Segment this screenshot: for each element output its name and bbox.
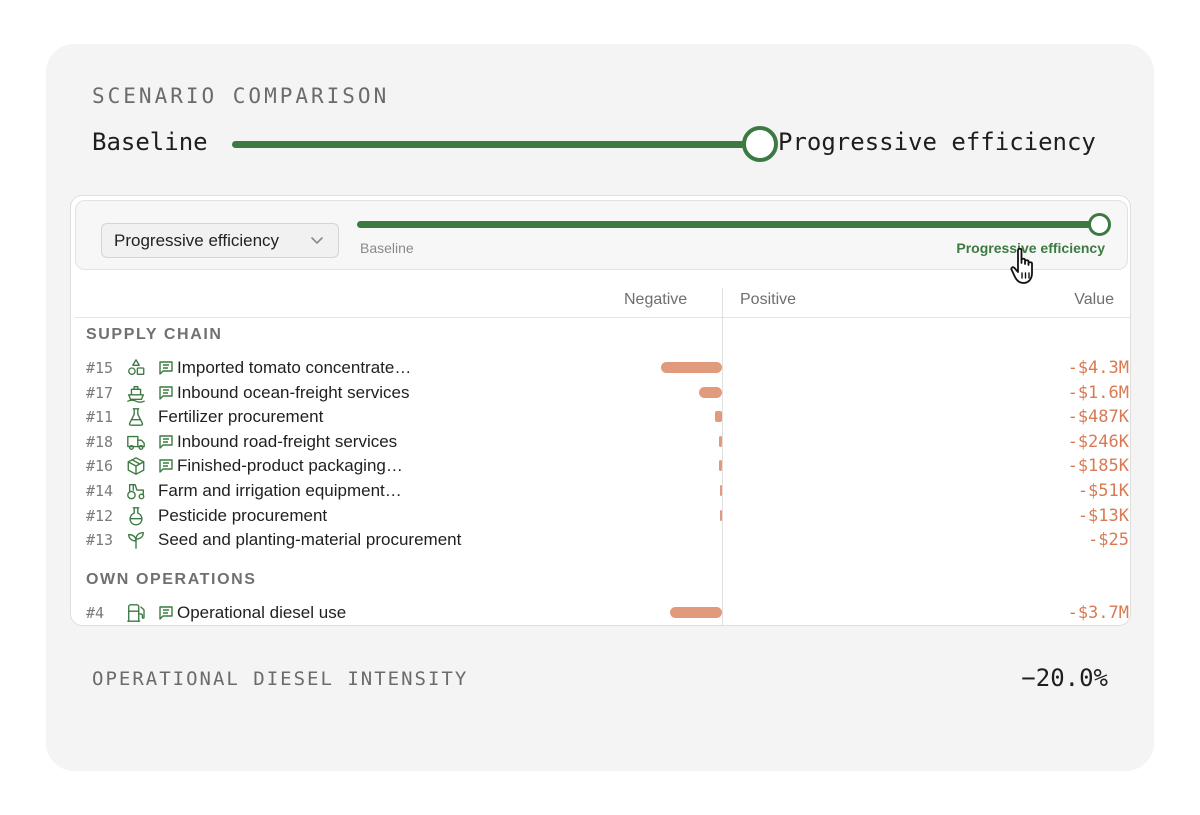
header-divider: [75, 317, 1130, 318]
scenario-slider-thumb[interactable]: [742, 126, 778, 162]
comment-icon[interactable]: [158, 385, 174, 401]
scenario-toolbar: Progressive efficiency Baseline Progress…: [75, 200, 1128, 270]
impact-panel: Progressive efficiency Baseline Progress…: [70, 195, 1131, 626]
negative-column-header: Negative: [624, 291, 688, 308]
row-value: -$13K: [1077, 505, 1129, 526]
comment-icon[interactable]: [158, 458, 174, 474]
mini-slider-track[interactable]: [357, 221, 1093, 228]
row-rank: #18: [86, 432, 114, 451]
negative-bar: [715, 411, 722, 423]
truck-icon: [127, 435, 145, 450]
negative-bar: [720, 485, 722, 496]
flask-icon: [128, 408, 144, 427]
sprout-icon: [128, 532, 144, 550]
negative-bar: [669, 606, 722, 618]
row-value: -$185K: [1067, 456, 1129, 477]
impact-row[interactable]: #17 Inbound ocean-freight services -$1.6M: [71, 381, 1130, 405]
impact-row[interactable]: #4 Operational diesel use -$3.7M: [71, 601, 1130, 625]
row-rank: #13: [86, 531, 114, 550]
scenario-baseline-label: Baseline: [92, 128, 208, 156]
row-value: -$246K: [1067, 431, 1129, 452]
flask-round-icon: [129, 506, 143, 525]
row-rank: #14: [86, 482, 114, 500]
row-value: -$25: [1088, 530, 1129, 551]
row-value: -$51K: [1077, 481, 1129, 501]
row-label: Imported tomato concentrate…: [177, 358, 412, 377]
scenario-select-value: Progressive efficiency: [114, 231, 280, 250]
comment-icon[interactable]: [158, 605, 174, 621]
row-label: Operational diesel use: [177, 602, 347, 622]
impact-row[interactable]: #13 Seed and planting-material procuremen…: [71, 528, 1130, 552]
negative-bar: [718, 435, 722, 447]
negative-bar: [719, 460, 722, 472]
impact-row[interactable]: #18 Inbound road-freight services -$246K: [71, 430, 1130, 454]
impact-row[interactable]: #15 Imported tomato concentrate… -$4.3M: [71, 356, 1130, 380]
impact-row[interactable]: #16 Finished-product packaging… -$185K: [71, 454, 1130, 478]
row-rank: #4: [86, 603, 105, 622]
negative-bar: [699, 386, 722, 398]
row-rank: #16: [86, 457, 114, 476]
chevron-down-icon: [311, 237, 323, 245]
scenario-progressive-label: Progressive efficiency: [778, 128, 1096, 156]
row-rank: #12: [86, 506, 114, 525]
row-rank: #11: [86, 408, 114, 427]
value-column-header: Value: [1074, 291, 1114, 308]
section-title: SUPPLY CHAIN: [86, 326, 223, 343]
comment-icon[interactable]: [158, 434, 174, 450]
positive-column-header: Positive: [740, 291, 797, 308]
row-value: -$487K: [1067, 407, 1129, 428]
package-icon: [127, 457, 145, 476]
row-label: Pesticide procurement: [158, 505, 328, 525]
hand-pointer-icon: [1010, 247, 1033, 284]
mini-slider-baseline-label: Baseline: [360, 240, 414, 256]
scenario-title: SCENARIO COMPARISON: [92, 84, 390, 108]
impact-row[interactable]: #14 Farm and irrigation equipment… -$51K: [71, 479, 1130, 503]
scenario-slider-track[interactable]: [232, 141, 762, 148]
scenario-select[interactable]: Progressive efficiency: [101, 223, 339, 258]
ship-icon: [127, 385, 145, 403]
row-label: Fertilizer procurement: [158, 407, 324, 427]
row-value: -$3.7M: [1067, 602, 1129, 623]
tractor-icon: [127, 483, 145, 500]
shapes-icon: [128, 359, 145, 376]
row-rank: #17: [86, 383, 114, 402]
row-label: Finished-product packaging…: [177, 456, 403, 476]
section-title: OWN OPERATIONS: [86, 570, 257, 588]
row-value: -$1.6M: [1067, 382, 1129, 403]
negative-bar: [661, 362, 722, 373]
row-label: Inbound ocean-freight services: [177, 382, 410, 402]
row-label: Seed and planting-material procurement: [158, 530, 462, 550]
row-value: -$4.3M: [1067, 358, 1129, 378]
mini-slider-thumb[interactable]: [1088, 213, 1111, 236]
negative-bar: [720, 509, 722, 521]
intensity-value: −20.0%: [1021, 664, 1108, 692]
row-rank: #15: [86, 359, 114, 377]
row-label: Inbound road-freight services: [177, 431, 398, 451]
intensity-label: OPERATIONAL DIESEL INTENSITY: [92, 668, 469, 690]
comment-icon[interactable]: [158, 360, 174, 376]
fuel-icon: [127, 603, 145, 622]
impact-row[interactable]: #11 Fertilizer procurement -$487K: [71, 405, 1130, 429]
impact-row[interactable]: #12 Pesticide procurement -$13K: [71, 504, 1130, 528]
row-label: Farm and irrigation equipment…: [158, 481, 402, 500]
